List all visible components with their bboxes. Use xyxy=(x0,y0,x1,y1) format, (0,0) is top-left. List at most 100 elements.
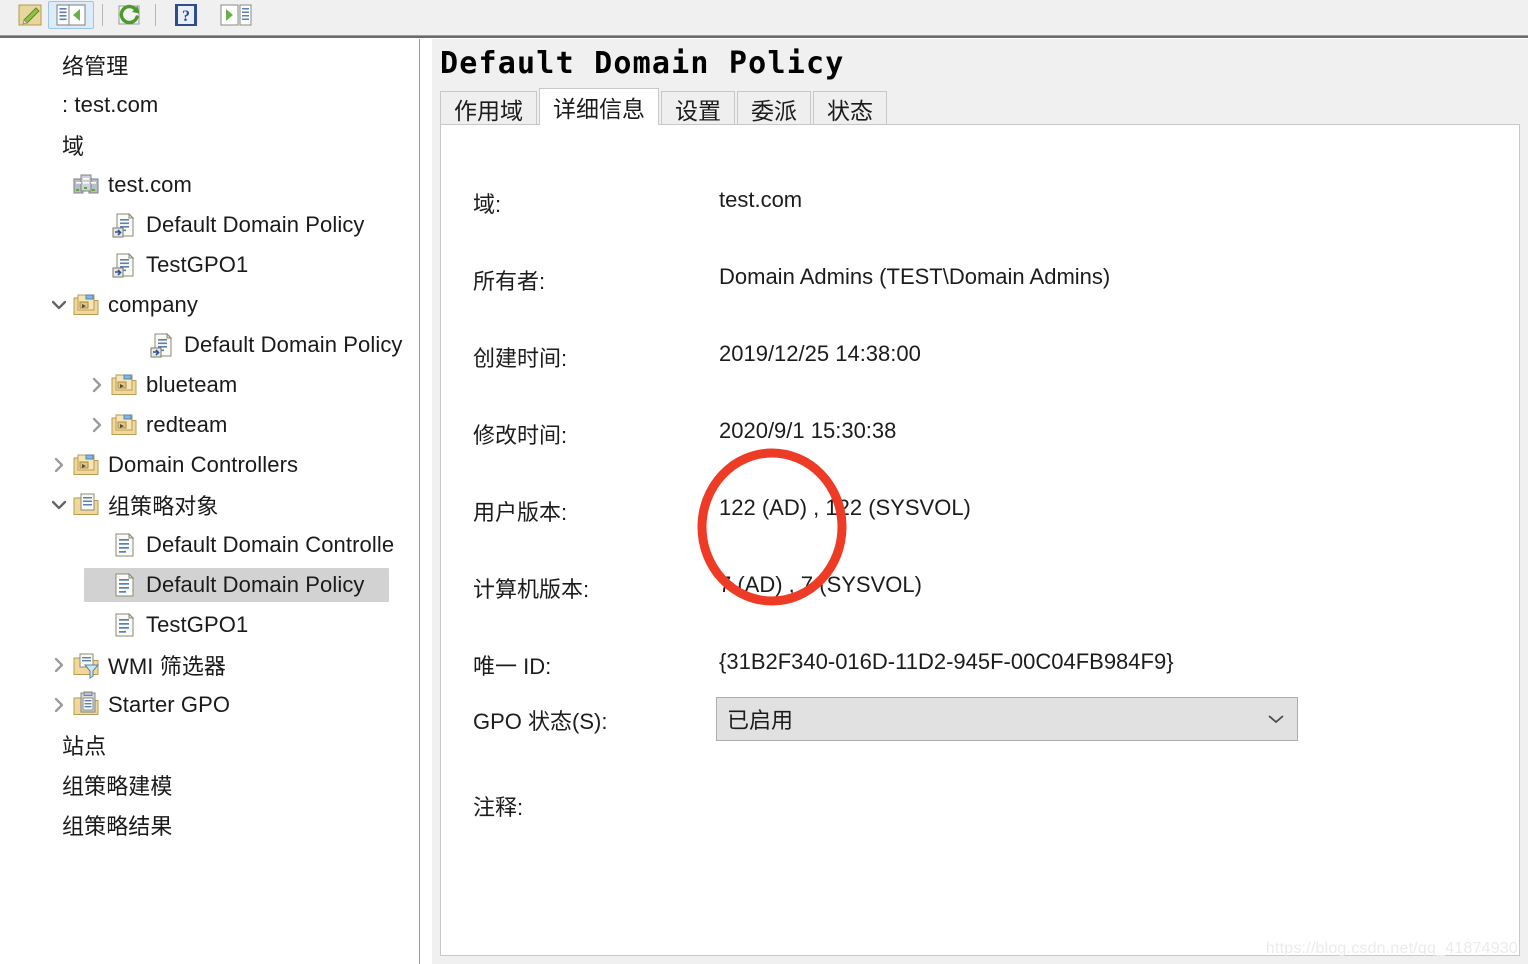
tree-item-icon xyxy=(72,491,100,519)
chevron-right-icon[interactable] xyxy=(49,655,69,675)
gpo-icon xyxy=(115,572,135,597)
tree-item[interactable]: test.com xyxy=(0,165,419,205)
tree-item[interactable]: TestGPO1 xyxy=(0,605,419,645)
watermark: https://blog.csdn.net/qq_41874930 xyxy=(1265,940,1518,957)
tree-item[interactable]: 域 xyxy=(0,125,419,165)
tab-1[interactable]: 作用域 xyxy=(440,91,537,125)
tree-item[interactable]: TestGPO1 xyxy=(0,245,419,285)
chevron-right-icon[interactable] xyxy=(87,375,107,395)
tree-item-icon xyxy=(110,371,138,399)
detail-value: 2019/12/25 14:38:00 xyxy=(719,341,921,366)
tree-expander[interactable] xyxy=(84,372,110,398)
detail-row: 修改时间: 2020/9/1 15:30:38 xyxy=(441,418,1519,458)
tree-item-label: 组策略建模 xyxy=(62,774,173,799)
tree-item[interactable]: Domain Controllers xyxy=(0,445,419,485)
tree-item[interactable]: blueteam xyxy=(0,365,419,405)
detail-row: 计算机版本: 7 (AD) , 7 (SYSVOL) xyxy=(441,572,1519,612)
tree-item-icon xyxy=(26,811,54,839)
tree-expander[interactable] xyxy=(84,412,110,438)
wmi-filter-icon xyxy=(73,653,100,679)
detail-value: 2020/9/1 15:30:38 xyxy=(719,418,897,443)
starter-gpo-icon xyxy=(73,691,99,715)
tab-2[interactable]: 详细信息 xyxy=(539,88,659,125)
detail-value: 7 (AD) , 7 (SYSVOL) xyxy=(719,572,922,597)
tree-expander xyxy=(84,572,110,598)
tree-item-label: 站点 xyxy=(62,734,107,759)
help-icon: ? xyxy=(175,4,197,26)
chevron-right-icon[interactable] xyxy=(87,415,107,435)
app-window: ? 络管理: test.com 域 test.com Default Domain P… xyxy=(0,0,1528,964)
tree-item[interactable]: 组策略对象 xyxy=(0,485,419,525)
tree-item-label: TestGPO1 xyxy=(146,252,249,277)
tree-expander[interactable] xyxy=(46,292,72,318)
detail-value: {31B2F340-016D-11D2-945F-00C04FB984F9} xyxy=(719,649,1174,674)
tree-item-label: test.com xyxy=(108,172,192,197)
toolbar: ? xyxy=(0,0,1528,31)
export-list-button[interactable] xyxy=(214,1,258,29)
toolbar-separator-3 xyxy=(155,4,156,26)
tree-item[interactable]: : test.com xyxy=(0,85,419,125)
tree-item[interactable]: Default Domain Policy xyxy=(0,205,419,245)
tree-item-icon xyxy=(26,731,54,759)
detail-value: 122 (AD) , 122 (SYSVOL) xyxy=(719,495,971,520)
toolbar-separator-2 xyxy=(102,4,103,26)
show-hide-tree-icon xyxy=(56,4,86,26)
tree-item-label: Starter GPO xyxy=(108,692,231,717)
tree-item[interactable]: Default Domain Policy xyxy=(0,565,419,605)
tree-item[interactable]: redteam xyxy=(0,405,419,445)
tree-item-icon xyxy=(26,131,54,159)
tree-item[interactable]: Default Domain Controlle xyxy=(0,525,419,565)
tree-item-icon xyxy=(72,291,100,319)
tree-expander[interactable] xyxy=(46,492,72,518)
chevron-right-icon[interactable] xyxy=(49,455,69,475)
detail-value: Domain Admins (TEST\Domain Admins) xyxy=(719,264,1111,289)
tree-item-icon xyxy=(26,51,54,79)
tree-expander xyxy=(0,52,26,78)
detail-value: test.com xyxy=(719,187,803,212)
detail-label: 创建时间: xyxy=(473,346,568,371)
edit-icon-button[interactable] xyxy=(12,1,48,29)
show-hide-tree-button[interactable] xyxy=(48,1,94,29)
comment-label: 注释: xyxy=(473,795,524,820)
domain-icon xyxy=(73,174,99,194)
tree-item[interactable]: 络管理 xyxy=(0,45,419,85)
tab-5[interactable]: 状态 xyxy=(813,91,887,125)
detail-row: 域: test.com xyxy=(441,187,1519,227)
detail-label: 用户版本: xyxy=(473,500,568,525)
tree-item-label: 组策略对象 xyxy=(108,494,219,519)
refresh-button[interactable] xyxy=(112,1,148,29)
tree-item-label: Default Domain Controlle xyxy=(146,532,395,557)
tree-item-label: Default Domain Policy xyxy=(184,332,403,357)
tree-expander[interactable] xyxy=(46,452,72,478)
tree-item[interactable]: 组策略建模 xyxy=(0,765,419,805)
chevron-down-icon[interactable] xyxy=(49,295,69,315)
gpo-status-select[interactable]: 已启用 xyxy=(716,697,1298,741)
tree-item-label: redteam xyxy=(146,412,228,437)
tree-expander xyxy=(46,172,72,198)
chevron-right-icon[interactable] xyxy=(49,695,69,715)
chevron-down-icon[interactable] xyxy=(49,495,69,515)
console-tree-panel[interactable]: 络管理: test.com 域 test.com Default Domain Pol… xyxy=(0,39,420,964)
tab-4[interactable]: 委派 xyxy=(737,91,811,125)
export-icon xyxy=(220,4,252,26)
ou-folder-icon xyxy=(111,414,137,435)
tree-item-icon xyxy=(110,411,138,439)
tree-item-icon xyxy=(72,171,100,199)
tree-item[interactable]: 组策略结果 xyxy=(0,805,419,845)
tree-item[interactable]: Starter GPO xyxy=(0,685,419,725)
tree-item-icon xyxy=(26,91,54,119)
ou-folder-icon xyxy=(73,454,99,475)
tree-item[interactable]: WMI 筛选器 xyxy=(0,645,419,685)
tree-expander[interactable] xyxy=(46,652,72,678)
tree-item[interactable]: 站点 xyxy=(0,725,419,765)
tree-item-icon xyxy=(72,691,100,719)
tab-3[interactable]: 设置 xyxy=(661,91,735,125)
tree-item[interactable]: company xyxy=(0,285,419,325)
gpo-icon xyxy=(115,612,135,637)
help-button[interactable]: ? xyxy=(168,1,204,29)
tree-item[interactable]: Default Domain Policy xyxy=(0,325,419,365)
detail-label: 所有者: xyxy=(473,269,546,294)
tree-expander xyxy=(0,772,26,798)
ou-folder-icon xyxy=(73,294,99,315)
tree-expander[interactable] xyxy=(46,692,72,718)
